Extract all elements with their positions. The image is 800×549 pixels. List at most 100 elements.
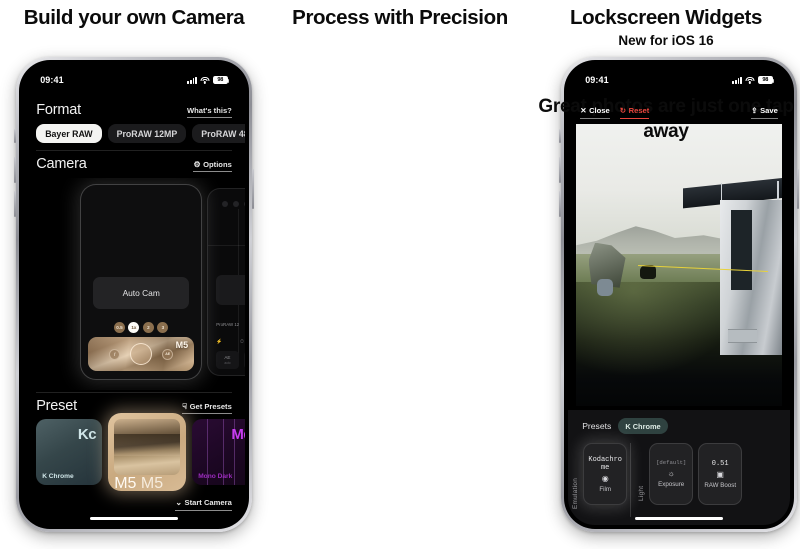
gear-icon: ⚙ xyxy=(193,159,201,169)
ghost-key-ae-label: AE xyxy=(224,354,231,360)
headline-build-camera: Build your own Camera xyxy=(23,6,245,29)
save-button[interactable]: ⇪ Save xyxy=(751,106,778,119)
zoom-button-1x[interactable]: 1x xyxy=(128,322,140,334)
format-option-bayer-raw[interactable]: Bayer RAW xyxy=(36,124,102,144)
format-option-proraw-48mp[interactable]: ProRAW 48MP xyxy=(192,124,245,144)
zoom-button-3[interactable]: 3 xyxy=(157,322,169,334)
whats-this-label: What's this? xyxy=(186,105,232,115)
battery-icon: 98 xyxy=(757,76,774,85)
camera-title: Camera xyxy=(36,156,87,173)
aperture-button[interactable]: ƒ xyxy=(109,348,121,360)
preset-abbr-m5: M5 xyxy=(114,475,137,493)
save-label: Save xyxy=(760,105,778,115)
auto-cam-row[interactable]: Auto Cam xyxy=(93,277,190,310)
home-indicator[interactable] xyxy=(90,516,178,520)
battery-percent: 98 xyxy=(217,77,224,84)
start-camera-row: ⌄ Start Camera xyxy=(23,491,245,511)
wifi-icon xyxy=(200,76,210,84)
chevron-down-icon: ⌄ xyxy=(175,498,183,508)
preset-section-header: Preset ☟ Get Presets xyxy=(23,398,245,415)
ghost-key-ae-sub: auto xyxy=(224,361,231,366)
phone-mockup-camera-builder: 09:41 •• 98 Format xyxy=(14,57,254,532)
battery-percent: 98 xyxy=(762,77,769,84)
divider-camera xyxy=(36,392,232,394)
phone-screen: 09:41 •• 98 Format xyxy=(23,64,245,525)
camera-options-label: Options xyxy=(203,159,232,169)
dynamic-island xyxy=(640,70,718,91)
ghost-key-ae[interactable]: AE auto xyxy=(216,351,239,370)
shutter-bar[interactable]: M5 ƒ AE xyxy=(88,337,195,372)
preset-thumb-m5 xyxy=(114,419,181,476)
camera-options-link[interactable]: ⚙ Options xyxy=(193,159,232,173)
download-icon: ☟ xyxy=(182,401,188,411)
phone-body: 09:41 •• 98 Format xyxy=(19,60,249,529)
close-icon: ✕ xyxy=(580,105,587,115)
toolbar-left-group: ✕ Close ↻ Reset xyxy=(580,105,650,119)
flash-icon: ⚡ xyxy=(216,339,223,346)
format-option-proraw-12mp[interactable]: ProRAW 12MP xyxy=(107,124,187,144)
close-button[interactable]: ✕ Close xyxy=(580,106,610,119)
preset-list: Kc K Chrome M5 M5 Md xyxy=(23,413,245,493)
wifi-icon xyxy=(745,76,755,84)
get-presets-label: Get Presets xyxy=(189,401,232,411)
headline-process-precision: Process with Precision xyxy=(292,6,508,29)
battery-icon: 98 xyxy=(212,76,229,85)
volume-up-button[interactable] xyxy=(14,157,17,183)
preset-title: Preset xyxy=(36,398,77,415)
volume-down-button[interactable] xyxy=(14,191,17,217)
ghost-icon-row: ⚡ ⏱ ▦ xyxy=(216,339,245,345)
preset-name-k-chrome: K Chrome xyxy=(42,473,74,481)
zoom-button-2[interactable]: 2 xyxy=(142,322,154,334)
camera-carousel[interactable]: Pr ProRAW 12 48MP ⚡ ⏱ ▦ AE xyxy=(23,178,245,390)
camera-builder-ui: Format What's this? Bayer RAW ProRAW 12M… xyxy=(23,64,245,525)
ghost-key-row: AE auto AF auto xyxy=(216,351,245,370)
ghost-key-af[interactable]: AF auto xyxy=(243,351,245,370)
divider-format xyxy=(36,150,232,152)
ae-lock-button[interactable]: AE xyxy=(162,348,174,360)
panel-build-camera: Build your own Camera 09:41 •• 98 xyxy=(0,0,268,549)
shutter-button[interactable] xyxy=(130,343,153,366)
auto-cam-label: Auto Cam xyxy=(122,288,160,299)
reset-button[interactable]: ↻ Reset xyxy=(619,105,650,119)
ghost-product-label: ProRAW 12 xyxy=(216,322,240,328)
headline-lockscreen-widgets: Lockscreen Widgets xyxy=(570,6,762,29)
preset-card-mono-dark[interactable]: Md Mono Dark xyxy=(192,419,245,486)
camera-section-header: Camera ⚙ Options xyxy=(23,156,245,173)
whats-this-link[interactable]: What's this? xyxy=(186,105,232,119)
start-camera-button[interactable]: ⌄ Start Camera xyxy=(175,498,232,511)
reset-label: Reset xyxy=(628,105,650,115)
shutter-preset-label: M5 xyxy=(175,340,189,351)
preset-abbr-kc: Kc xyxy=(77,426,97,444)
power-button[interactable] xyxy=(251,169,254,209)
timer-icon: ⏱ xyxy=(239,339,244,346)
close-label: Close xyxy=(589,105,610,115)
format-title: Format xyxy=(36,102,81,119)
preset-card-m5[interactable]: M5 M5 xyxy=(108,413,187,493)
home-indicator[interactable] xyxy=(635,516,723,520)
subheadline-ios16: New for iOS 16 xyxy=(618,33,714,48)
mute-switch[interactable] xyxy=(14,129,17,143)
ghost-dots-icon xyxy=(222,201,245,208)
preset-name-mono-dark: Mono Dark xyxy=(198,473,233,481)
format-section-header: Format What's this? xyxy=(23,102,245,119)
editor-toolbar: ✕ Close ↻ Reset ⇪ Save xyxy=(568,102,790,122)
zoom-level-row: 0.5 1x 2 3 xyxy=(81,322,201,334)
get-presets-link[interactable]: ☟ Get Presets xyxy=(182,402,232,415)
cellular-signal-icon xyxy=(732,76,742,84)
dynamic-island xyxy=(95,70,173,91)
start-camera-label: Start Camera xyxy=(184,498,232,508)
save-icon: ⇪ xyxy=(751,105,758,115)
status-time: 09:41 xyxy=(585,75,609,86)
cellular-signal-icon xyxy=(187,76,197,84)
camera-card-next[interactable]: Pr ProRAW 12 48MP ⚡ ⏱ ▦ AE xyxy=(207,188,245,377)
preset-name-m5: M5 xyxy=(140,475,164,493)
panel-process-precision: Process with Precision 09:41 •• 98 xyxy=(268,0,799,549)
zoom-button-0-5[interactable]: 0.5 xyxy=(113,322,125,334)
ghost-subcard: Pr xyxy=(216,275,245,306)
format-options: Bayer RAW ProRAW 12MP ProRAW 48MP xyxy=(23,118,245,144)
undo-icon: ↻ xyxy=(619,105,627,115)
status-time: 09:41 xyxy=(40,75,64,86)
preset-card-k-chrome[interactable]: Kc K Chrome xyxy=(36,419,103,486)
camera-card-active[interactable]: Auto Cam 0.5 1x 2 3 M5 ƒ AE xyxy=(80,184,203,381)
preset-abbr-md: Md xyxy=(231,426,244,444)
